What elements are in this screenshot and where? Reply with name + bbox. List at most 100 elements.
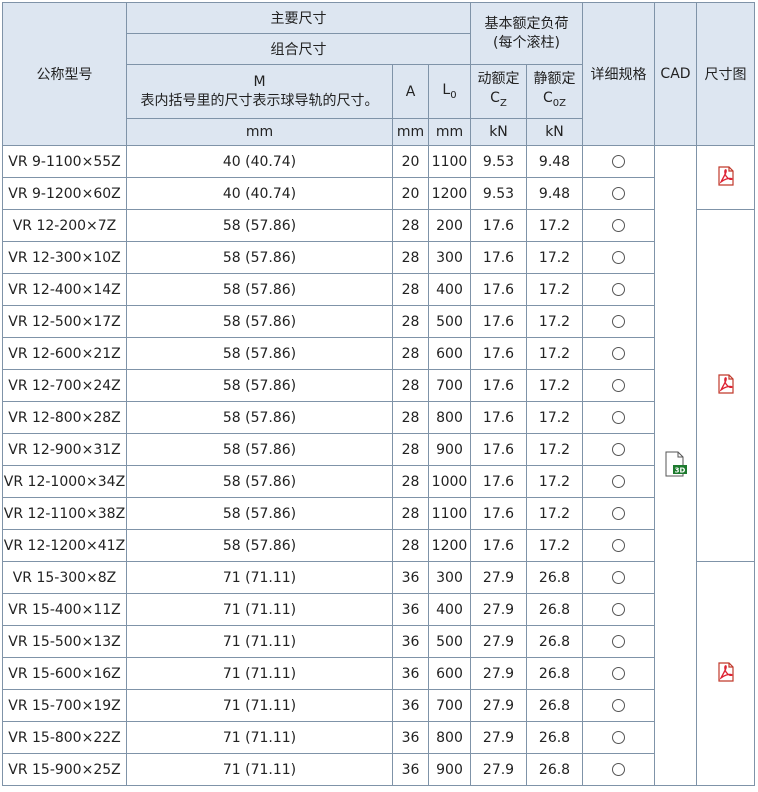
unit-m: mm	[126, 118, 393, 146]
m-cell: 71 (71.11)	[126, 657, 393, 690]
unit-static: kN	[526, 118, 583, 146]
header-m-label: M	[253, 73, 266, 90]
static-load-cell: 26.8	[526, 561, 583, 594]
dynamic-load-cell: 27.9	[470, 689, 527, 722]
circle-icon[interactable]	[612, 443, 625, 456]
circle-icon[interactable]	[612, 187, 625, 200]
header-a: A	[392, 64, 429, 119]
circle-icon[interactable]	[612, 539, 625, 552]
header-static-symbol: C	[543, 90, 553, 107]
circle-icon[interactable]	[612, 507, 625, 520]
detail-cell	[582, 561, 655, 594]
circle-icon[interactable]	[612, 315, 625, 328]
a-cell: 36	[392, 689, 429, 722]
header-dynamic-label: 动额定	[477, 71, 520, 88]
a-cell: 28	[392, 241, 429, 274]
header-dynamic-sub: Z	[499, 97, 507, 109]
header-static: 静额定 C0Z	[526, 64, 583, 119]
circle-icon[interactable]	[612, 763, 625, 776]
a-cell: 36	[392, 593, 429, 626]
dynamic-load-cell: 9.53	[470, 177, 527, 210]
a-cell: 28	[392, 401, 429, 434]
circle-icon[interactable]	[612, 347, 625, 360]
detail-cell	[582, 433, 655, 466]
a-cell: 28	[392, 529, 429, 562]
a-cell: 20	[392, 145, 429, 178]
a-cell: 28	[392, 465, 429, 498]
circle-icon[interactable]	[612, 155, 625, 168]
l0-cell: 1200	[428, 529, 471, 562]
table-row: VR 12-1100×38Z 58 (57.86) 28 1100 17.6 17.2	[2, 497, 755, 530]
header-main-dims: 主要尺寸	[126, 2, 471, 34]
a-cell: 36	[392, 625, 429, 658]
pdf-icon[interactable]	[716, 165, 736, 190]
m-cell: 58 (57.86)	[126, 337, 393, 370]
model-cell: VR 15-900×25Z	[2, 753, 127, 786]
circle-icon[interactable]	[612, 379, 625, 392]
model-cell: VR 12-900×31Z	[2, 433, 127, 466]
l0-cell: 900	[428, 753, 471, 786]
static-load-cell: 9.48	[526, 145, 583, 178]
circle-icon[interactable]	[612, 667, 625, 680]
detail-cell	[582, 721, 655, 754]
pdf-icon[interactable]	[716, 373, 736, 398]
l0-cell: 400	[428, 593, 471, 626]
pdf-icon[interactable]	[716, 661, 736, 686]
cad-cell: 3D	[654, 145, 697, 786]
detail-cell	[582, 241, 655, 274]
table-row: VR 12-900×31Z 58 (57.86) 28 900 17.6 17.2	[2, 433, 755, 466]
circle-icon[interactable]	[612, 635, 625, 648]
l0-cell: 500	[428, 305, 471, 338]
m-cell: 58 (57.86)	[126, 369, 393, 402]
model-cell: VR 15-700×19Z	[2, 689, 127, 722]
l0-cell: 300	[428, 561, 471, 594]
dynamic-load-cell: 17.6	[470, 209, 527, 242]
circle-icon[interactable]	[612, 283, 625, 296]
m-cell: 71 (71.11)	[126, 593, 393, 626]
table-row: VR 12-200×7Z 58 (57.86) 28 200 17.6 17.2	[2, 209, 755, 562]
cad-3d-icon[interactable]: 3D	[664, 451, 688, 481]
m-cell: 71 (71.11)	[126, 561, 393, 594]
l0-cell: 1000	[428, 465, 471, 498]
dynamic-load-cell: 27.9	[470, 593, 527, 626]
m-cell: 58 (57.86)	[126, 433, 393, 466]
static-load-cell: 17.2	[526, 433, 583, 466]
detail-cell	[582, 593, 655, 626]
circle-icon[interactable]	[612, 571, 625, 584]
circle-icon[interactable]	[612, 603, 625, 616]
circle-icon[interactable]	[612, 475, 625, 488]
circle-icon[interactable]	[612, 699, 625, 712]
circle-icon[interactable]	[612, 219, 625, 232]
table-row: VR 15-800×22Z 71 (71.11) 36 800 27.9 26.8	[2, 721, 755, 754]
a-cell: 36	[392, 753, 429, 786]
header-detail: 详细规格	[582, 2, 655, 146]
dynamic-load-cell: 17.6	[470, 465, 527, 498]
svg-text:3D: 3D	[674, 466, 685, 474]
table-row: VR 12-1200×41Z 58 (57.86) 28 1200 17.6 17.2	[2, 529, 755, 562]
detail-cell	[582, 497, 655, 530]
model-cell: VR 12-1000×34Z	[2, 465, 127, 498]
table-row: VR 12-600×21Z 58 (57.86) 28 600 17.6 17.2	[2, 337, 755, 370]
detail-cell	[582, 337, 655, 370]
table-row: VR 15-500×13Z 71 (71.11) 36 500 27.9 26.8	[2, 625, 755, 658]
table-row: VR 15-400×11Z 71 (71.11) 36 400 27.9 26.8	[2, 593, 755, 626]
l0-cell: 200	[428, 209, 471, 242]
circle-icon[interactable]	[612, 411, 625, 424]
a-cell: 20	[392, 177, 429, 210]
table-row: VR 9-1100×55Z 40 (40.74) 20 1100 9.53 9.48 3D	[2, 145, 755, 786]
m-cell: 71 (71.11)	[126, 753, 393, 786]
m-cell: 58 (57.86)	[126, 273, 393, 306]
circle-icon[interactable]	[612, 731, 625, 744]
header-load-sub: (每个滚柱)	[493, 34, 560, 51]
unit-dynamic: kN	[470, 118, 527, 146]
dynamic-load-cell: 17.6	[470, 529, 527, 562]
m-cell: 58 (57.86)	[126, 465, 393, 498]
a-cell: 28	[392, 209, 429, 242]
table-row: VR 12-400×14Z 58 (57.86) 28 400 17.6 17.2	[2, 273, 755, 306]
header-static-sub: 0Z	[552, 97, 566, 109]
circle-icon[interactable]	[612, 251, 625, 264]
static-load-cell: 26.8	[526, 689, 583, 722]
model-cell: VR 15-300×8Z	[2, 561, 127, 594]
static-load-cell: 17.2	[526, 273, 583, 306]
dynamic-load-cell: 27.9	[470, 657, 527, 690]
